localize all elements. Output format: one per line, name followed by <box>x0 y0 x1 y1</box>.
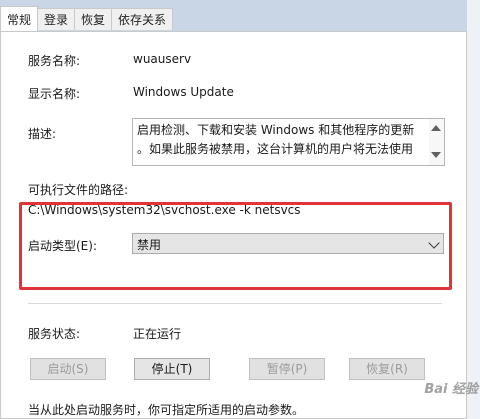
tab-recovery[interactable]: 恢复 <box>74 8 113 30</box>
background-window-strip <box>467 0 480 419</box>
service-status-value: 正在运行 <box>133 327 182 341</box>
tab-dependencies[interactable]: 依存关系 <box>111 8 174 30</box>
description-scrollbar[interactable] <box>429 119 444 165</box>
tab-general[interactable]: 常规 <box>0 6 39 31</box>
baidu-watermark: Bai 经验 <box>424 382 478 397</box>
scroll-up-icon[interactable] <box>431 125 441 131</box>
tab-bar: 常规 登录 恢复 依存关系 <box>0 6 174 32</box>
pause-button[interactable]: 暂停(P) <box>249 358 325 380</box>
stop-button[interactable]: 停止(T) <box>134 358 210 380</box>
separator <box>28 303 442 304</box>
resume-button[interactable]: 恢复(R) <box>349 358 425 380</box>
highlight-box <box>19 202 452 290</box>
exec-path-label: 可执行文件的路径: <box>28 183 129 197</box>
footer-hint-text: 当从此处启动服务时，你可指定所适用的启动参数。 <box>28 403 305 417</box>
service-status-label: 服务状态: <box>28 327 81 341</box>
description-label: 描述: <box>28 127 57 141</box>
display-name-value: Windows Update <box>133 85 234 99</box>
description-line-1: 启用检测、下载和安装 Windows 和其他程序的更新 <box>137 123 415 137</box>
description-line-2: 。如果此服务被禁用，这台计算机的用户将无法使用 <box>137 142 414 156</box>
service-name-label: 服务名称: <box>28 54 81 68</box>
start-button[interactable]: 启动(S) <box>30 358 106 380</box>
display-name-label: 显示名称: <box>28 87 81 101</box>
scroll-down-icon[interactable] <box>431 152 441 158</box>
service-name-value: wuauserv <box>133 52 192 66</box>
description-textbox[interactable]: 启用检测、下载和安装 Windows 和其他程序的更新 。如果此服务被禁用，这台… <box>132 118 445 166</box>
tab-logon[interactable]: 登录 <box>37 8 76 30</box>
description-text: 启用检测、下载和安装 Windows 和其他程序的更新 。如果此服务被禁用，这台… <box>137 121 427 159</box>
